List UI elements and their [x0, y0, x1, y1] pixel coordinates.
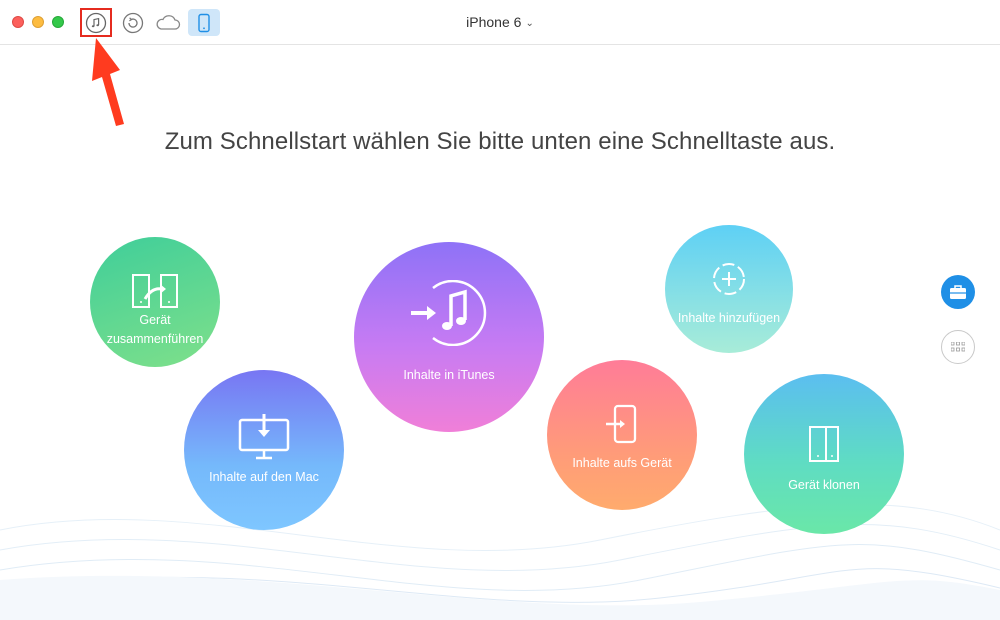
content-to-mac-button[interactable]: Inhalte auf den Mac	[184, 370, 344, 530]
device-selector[interactable]: iPhone 6 ⌄	[0, 14, 1000, 30]
content-to-device-button[interactable]: Inhalte aufs Gerät	[547, 360, 697, 510]
apps-grid-button[interactable]	[941, 330, 975, 364]
annotation-arrow	[92, 38, 124, 126]
grid-apps-icon	[951, 342, 965, 352]
content-to-mac-label: Inhalte auf den Mac	[209, 470, 319, 484]
toolbox-button[interactable]	[941, 275, 975, 309]
content-to-device-label: Inhalte aufs Gerät	[572, 456, 672, 470]
content-to-itunes-button[interactable]: Inhalte in iTunes	[354, 242, 544, 432]
add-content-label: Inhalte hinzufügen	[677, 311, 781, 325]
clone-device-button[interactable]: Gerät klonen	[744, 374, 904, 534]
chevron-down-icon: ⌄	[525, 18, 534, 29]
merge-device-label-line2: zusammenführen	[106, 332, 204, 346]
device-name: iPhone 6	[466, 14, 522, 30]
quick-start-headline: Zum Schnellstart wählen Sie bitte unten …	[164, 128, 836, 155]
merge-device-button[interactable]: Gerät zusammenführen	[90, 237, 220, 367]
title-bar: iPhone 6 ⌄	[0, 0, 1000, 45]
clone-device-label: Gerät klonen	[788, 478, 860, 492]
merge-devices-icon	[132, 274, 178, 308]
merge-device-label-line1: Gerät	[139, 313, 171, 327]
clone-device-icon	[809, 426, 839, 462]
add-content-icon	[713, 263, 745, 295]
content-to-itunes-label: Inhalte in iTunes	[403, 368, 495, 382]
download-to-mac-icon	[238, 414, 290, 460]
toolbox-icon	[950, 285, 966, 299]
anytrans-window: iPhone 6 ⌄ Zum Schnellstart wählen Sie bi…	[0, 0, 1000, 620]
import-to-device-icon	[606, 404, 637, 444]
add-content-button[interactable]: Inhalte hinzufügen	[665, 225, 793, 353]
music-to-itunes-icon	[411, 280, 487, 346]
